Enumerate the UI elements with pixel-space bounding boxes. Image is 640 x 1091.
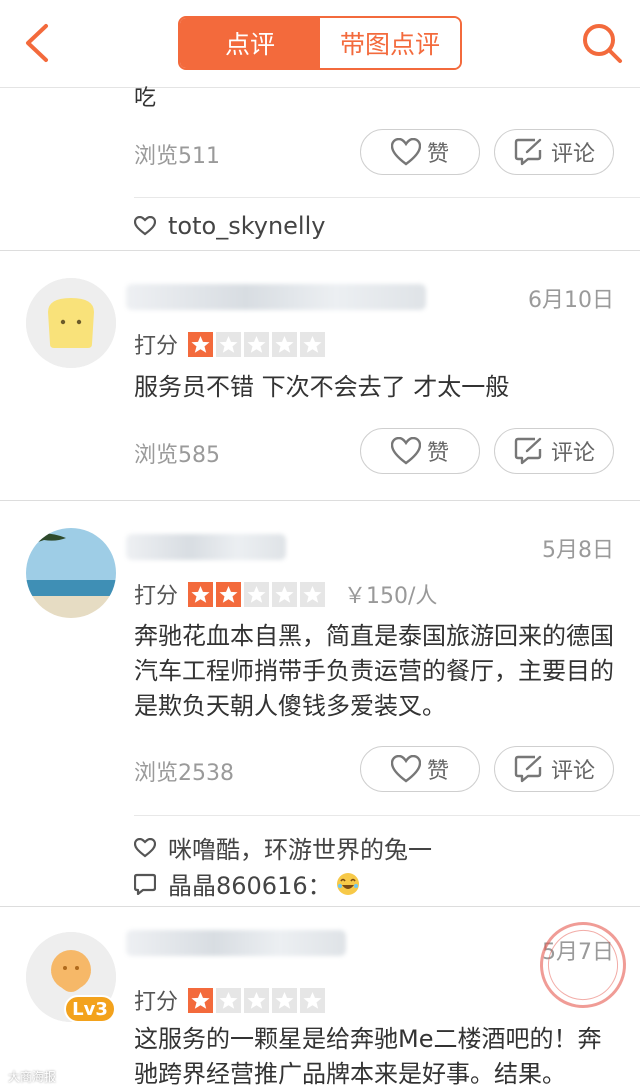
avatar[interactable] (26, 278, 116, 368)
star-icon (244, 581, 270, 607)
rating-row: 打分 (134, 328, 328, 360)
like-label: 赞 (426, 441, 449, 466)
star-icon (244, 987, 270, 1013)
username-blurred (126, 534, 286, 560)
heart-icon (390, 755, 421, 783)
comment-label: 评论 (550, 441, 595, 466)
star-icon (216, 331, 242, 357)
star-icon (244, 331, 270, 357)
beach-avatar-icon (26, 528, 116, 618)
review-date: 5月8日 (542, 538, 614, 563)
stamp-ring (541, 923, 625, 1007)
tab-photo-reviews[interactable]: 带图点评 (320, 18, 460, 68)
star-icon (300, 581, 326, 607)
back-button[interactable] (18, 20, 58, 66)
like-label: 赞 (426, 142, 449, 167)
section-divider (0, 500, 640, 501)
review-filter-tabs: 点评 带图点评 (178, 16, 462, 70)
bread-avatar-icon (26, 278, 116, 368)
liker-list[interactable]: toto_skynelly (134, 212, 325, 240)
star-icon (272, 581, 298, 607)
review-text: 奔驰花血本自黑，简直是泰国旅游回来的德国汽车工程师捎带手负责运营的餐厅，主要目的… (134, 622, 614, 720)
username-blurred (126, 284, 426, 310)
like-label: 赞 (426, 759, 449, 784)
view-count: 浏览585 (134, 443, 220, 468)
price-per-person: ￥150/人 (344, 584, 438, 609)
rating-label: 打分 (134, 584, 179, 609)
section-divider (0, 250, 640, 251)
comment-label: 评论 (550, 142, 595, 167)
rating-row: 打分 (134, 984, 328, 1016)
rating-label: 打分 (134, 990, 179, 1015)
heart-small-icon (134, 216, 156, 236)
commenter-name: 晶晶860616： (168, 872, 332, 900)
comment-edit-icon (514, 755, 542, 783)
heart-icon (390, 437, 421, 465)
chevron-left-icon (26, 24, 48, 62)
star-icon (300, 331, 326, 357)
liker-names: 咪噜酷，环游世界的兔一 (168, 836, 432, 864)
star-icon (188, 987, 214, 1013)
star-rating (188, 331, 328, 357)
divider (134, 197, 640, 198)
heart-small-icon (134, 837, 156, 857)
view-count: 浏览2538 (134, 761, 234, 786)
like-button[interactable]: 赞 (360, 746, 480, 792)
star-icon (216, 581, 242, 607)
comment-edit-icon (514, 138, 542, 166)
comment-button[interactable]: 评论 (494, 428, 614, 474)
view-count: 浏览511 (134, 144, 220, 169)
divider (134, 815, 640, 816)
comment-bubble-icon (134, 873, 156, 895)
star-rating (188, 581, 328, 607)
user-level-badge: Lv3 (64, 995, 116, 1023)
comment-label: 评论 (550, 759, 595, 784)
review-text: 服务员不错 下次不会去了 才太一般 (134, 373, 510, 401)
search-icon (583, 24, 622, 63)
star-rating (188, 987, 328, 1013)
rating-row: 打分 ￥150/人 (134, 578, 437, 610)
search-button[interactable] (578, 20, 626, 66)
comment-preview[interactable]: 晶晶860616： (134, 866, 372, 901)
quality-review-stamp (531, 913, 635, 1017)
liker-list[interactable]: 咪噜酷，环游世界的兔一 (134, 830, 432, 865)
comment-button[interactable]: 评论 (494, 746, 614, 792)
like-button[interactable]: 赞 (360, 129, 480, 175)
liker-name: toto_skynelly (168, 212, 326, 240)
comment-edit-icon (514, 437, 542, 465)
avatar[interactable] (26, 528, 116, 618)
review-text-partial: 吃 (134, 86, 157, 111)
star-icon (216, 987, 242, 1013)
star-icon (300, 987, 326, 1013)
star-icon (188, 581, 214, 607)
heart-icon (390, 138, 421, 166)
top-bar: 点评 带图点评 (0, 0, 640, 88)
section-divider (0, 906, 640, 907)
star-icon (188, 331, 214, 357)
like-button[interactable]: 赞 (360, 428, 480, 474)
star-icon (272, 331, 298, 357)
tab-reviews[interactable]: 点评 (180, 18, 320, 68)
watermark: 大商海报 (8, 1070, 57, 1084)
rating-label: 打分 (134, 334, 179, 359)
comment-button[interactable]: 评论 (494, 129, 614, 175)
star-icon (272, 987, 298, 1013)
review-text: 这服务的一颗星是给奔驰Me二楼酒吧的！奔驰跨界经营推广品牌本来是好事。结果。 (134, 1025, 602, 1088)
username-blurred (126, 930, 346, 956)
laughing-emoji-icon (336, 872, 359, 895)
review-date: 6月10日 (528, 288, 614, 313)
